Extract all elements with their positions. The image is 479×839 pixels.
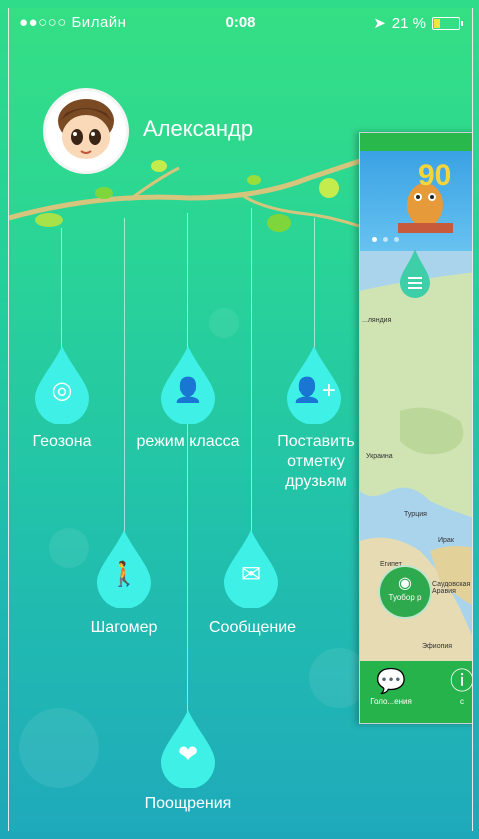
menu-toggle-button[interactable] [398, 249, 432, 301]
add-friend-icon: 👤+ [292, 377, 336, 404]
carousel-dots [372, 237, 399, 242]
pedometer-label: Шагомер [90, 619, 158, 636]
pedometer-icon: 🚶 [109, 561, 139, 588]
branch-decoration [9, 155, 370, 232]
map-label: Турция [404, 511, 427, 518]
status-right: ➤ 21 % [373, 14, 463, 32]
class-mode-label: режим класса [136, 433, 240, 450]
message-icon: ✉ [240, 561, 262, 588]
pedometer-button[interactable]: 🚶 [93, 528, 155, 608]
voice-label: Голо...ения [370, 697, 412, 706]
banner-number: 90 [418, 159, 452, 192]
string [124, 218, 125, 540]
battery-icon [432, 16, 463, 30]
geofence-icon: ◎ [51, 377, 73, 404]
map-side-panel[interactable]: 90 ...ляндия Украина Турция Ирак Египет … [359, 132, 473, 724]
heart-icon: ❤ [177, 741, 199, 768]
string [187, 213, 188, 713]
bokeh [19, 708, 99, 788]
location-icon: ➤ [373, 15, 386, 32]
map-label: Украина [366, 453, 393, 460]
chat-icon: 💬 [376, 668, 406, 695]
add-friend-label: Поставить отметку друзьям [277, 433, 355, 490]
app-screen: ●●○○○ Билайн 0:08 ➤ 21 % Александр ◎ Гео… [8, 8, 473, 831]
go-button-label: Туобор р [388, 593, 422, 602]
panel-bottom-bar: 💬 Голо...ения ⓘ с [360, 661, 473, 723]
rewards-label: Поощрения [144, 795, 232, 812]
map-label: ...ляндия [362, 317, 392, 324]
class-mode-icon: 👤 [173, 377, 203, 404]
go-icon: ◉ [398, 575, 412, 592]
voice-button[interactable]: 💬 Голо...ения [366, 667, 416, 706]
go-button[interactable]: ◉ Туобор р [378, 565, 432, 619]
rewards-button[interactable]: ❤ [157, 708, 219, 788]
message-button[interactable]: ✉ [220, 528, 282, 608]
status-bar: ●●○○○ Билайн 0:08 ➤ 21 % [9, 8, 472, 36]
bokeh [49, 528, 89, 568]
string [314, 218, 315, 348]
geofence-label: Геозона [32, 433, 92, 450]
add-friend-button[interactable]: 👤+ [283, 344, 345, 424]
info-icon: ⓘ [450, 668, 473, 695]
map-label: Эфиопия [422, 643, 453, 650]
class-mode-button[interactable]: 👤 [157, 344, 219, 424]
bokeh [209, 308, 239, 338]
panel-topbar [360, 133, 472, 151]
geofence-button[interactable]: ◎ [31, 344, 93, 424]
message-label: Сообщение [209, 619, 297, 636]
banner[interactable]: 90 [360, 151, 472, 251]
info-button[interactable]: ⓘ с [442, 667, 473, 706]
map-label: Саудовская Аравия [432, 581, 471, 595]
map-label: Ирак [438, 537, 454, 544]
string [61, 228, 62, 348]
string [251, 208, 252, 540]
battery-percent: 21 % [391, 14, 426, 32]
info-label: с [460, 697, 464, 706]
